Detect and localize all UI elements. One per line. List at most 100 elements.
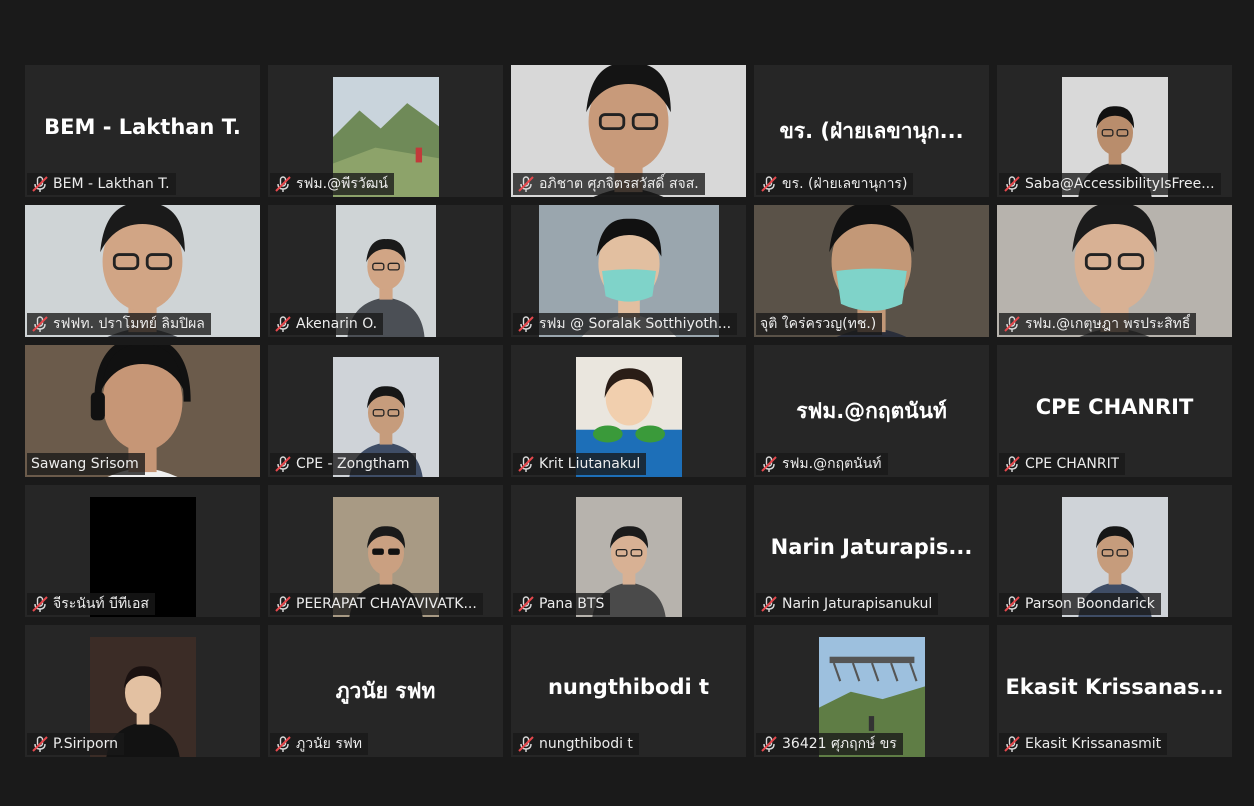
participant-name-label: Krit Liutanakul: [513, 453, 647, 475]
participant-name-label: ภูวนัย รฟท: [270, 733, 368, 755]
participant-name-label: Sawang Srisom: [27, 453, 145, 475]
muted-mic-icon: [32, 736, 48, 752]
participant-tile[interactable]: อภิชาต ศุภจิตรสวัสดิ์ สจส.: [511, 65, 746, 197]
participant-name-label: รฟม.@กฤตนันท์: [756, 453, 888, 475]
participant-name: Ekasit Krissanasmit: [1025, 736, 1162, 752]
participant-name: nungthibodi t: [539, 736, 633, 752]
participant-name: อภิชาต ศุภจิตรสวัสดิ์ สจส.: [539, 176, 699, 192]
participant-tile[interactable]: Narin Jaturapis... Narin Jaturapisanukul: [754, 485, 989, 617]
muted-mic-icon: [32, 596, 48, 612]
muted-mic-icon: [1004, 736, 1020, 752]
participant-name: 36421 ศุภฤกษ์ ขร: [782, 736, 897, 752]
participant-name: PEERAPAT CHAYAVIVATK...: [296, 596, 477, 612]
participant-tile[interactable]: รฟม.@กฤตนันท์ รฟม.@กฤตนันท์: [754, 345, 989, 477]
participant-name-label: อภิชาต ศุภจิตรสวัสดิ์ สจส.: [513, 173, 705, 195]
participant-display-name: ขร. (ฝ่ายเลขานุก...: [779, 119, 964, 143]
muted-mic-icon: [518, 176, 534, 192]
participant-name: รฟม.@กฤตนันท์: [782, 456, 882, 472]
participant-name: Narin Jaturapisanukul: [782, 596, 933, 612]
participant-name: ภูวนัย รฟท: [296, 736, 362, 752]
participant-tile[interactable]: Saba@AccessibilityIsFree...: [997, 65, 1232, 197]
participant-name: Saba@AccessibilityIsFree...: [1025, 176, 1215, 192]
muted-mic-icon: [1004, 316, 1020, 332]
participant-tile[interactable]: Parson Boondarick: [997, 485, 1232, 617]
participant-tile[interactable]: Akenarin O.: [268, 205, 503, 337]
gallery-grid: BEM - Lakthan T. BEM - Lakthan T. รฟม.@พีร…: [25, 65, 1232, 757]
participant-name: รฟม.@พีรวัฒน์: [296, 176, 388, 192]
participant-tile[interactable]: รฟม.@เกตุษฎา พรประสิทธิ์: [997, 205, 1232, 337]
muted-mic-icon: [518, 456, 534, 472]
participant-display-name: CPE CHANRIT: [1035, 395, 1194, 419]
muted-mic-icon: [32, 316, 48, 332]
participant-name-label: CPE - Zongtham: [270, 453, 416, 475]
muted-mic-icon: [275, 316, 291, 332]
participant-name-label: Akenarin O.: [270, 313, 384, 335]
muted-mic-icon: [275, 736, 291, 752]
participant-name-label: ขร. (ฝ่ายเลขานุการ): [756, 173, 914, 195]
muted-mic-icon: [275, 176, 291, 192]
participant-tile[interactable]: Sawang Srisom: [25, 345, 260, 477]
participant-tile[interactable]: รฟฟท. ปราโมทย์ ลิมปิผล: [25, 205, 260, 337]
participant-tile[interactable]: CPE - Zongtham: [268, 345, 503, 477]
participant-name-label: รฟม.@เกตุษฎา พรประสิทธิ์: [999, 313, 1197, 335]
participant-tile[interactable]: P.Siriporn: [25, 625, 260, 757]
participant-name: CPE - Zongtham: [296, 456, 410, 472]
muted-mic-icon: [32, 176, 48, 192]
participant-name-label: จุติ ใคร่ครวญ(ทช.): [756, 313, 883, 335]
participant-name: Pana BTS: [539, 596, 605, 612]
participant-tile[interactable]: จีระนันท์ บีทีเอส: [25, 485, 260, 617]
participant-name: Akenarin O.: [296, 316, 378, 332]
participant-name-label: nungthibodi t: [513, 733, 639, 755]
participant-name: จุติ ใคร่ครวญ(ทช.): [760, 316, 877, 332]
muted-mic-icon: [761, 736, 777, 752]
participant-name-label: Ekasit Krissanasmit: [999, 733, 1168, 755]
muted-mic-icon: [761, 456, 777, 472]
participant-tile[interactable]: รฟม.@พีรวัฒน์: [268, 65, 503, 197]
participant-tile[interactable]: PEERAPAT CHAYAVIVATK...: [268, 485, 503, 617]
participant-display-name: รฟม.@กฤตนันท์: [796, 399, 947, 423]
muted-mic-icon: [761, 176, 777, 192]
participant-tile[interactable]: nungthibodi t nungthibodi t: [511, 625, 746, 757]
muted-mic-icon: [1004, 176, 1020, 192]
participant-name: Sawang Srisom: [31, 456, 139, 472]
participant-tile[interactable]: ภูวนัย รฟท ภูวนัย รฟท: [268, 625, 503, 757]
muted-mic-icon: [1004, 596, 1020, 612]
participant-tile[interactable]: ขร. (ฝ่ายเลขานุก... ขร. (ฝ่ายเลขานุการ): [754, 65, 989, 197]
participant-name: รฟฟท. ปราโมทย์ ลิมปิผล: [53, 316, 205, 332]
muted-mic-icon: [518, 316, 534, 332]
participant-display-name: ภูวนัย รฟท: [335, 679, 436, 703]
participant-tile[interactable]: CPE CHANRIT CPE CHANRIT: [997, 345, 1232, 477]
muted-mic-icon: [761, 596, 777, 612]
participant-name: P.Siriporn: [53, 736, 118, 752]
participant-name-label: BEM - Lakthan T.: [27, 173, 176, 195]
participant-name: CPE CHANRIT: [1025, 456, 1120, 472]
muted-mic-icon: [518, 596, 534, 612]
participant-name-label: จีระนันท์ บีทีเอส: [27, 593, 155, 615]
participant-display-name: BEM - Lakthan T.: [44, 115, 241, 139]
muted-mic-icon: [275, 456, 291, 472]
participant-name-label: รฟฟท. ปราโมทย์ ลิมปิผล: [27, 313, 211, 335]
participant-tile[interactable]: Pana BTS: [511, 485, 746, 617]
participant-display-name: nungthibodi t: [547, 675, 710, 699]
participant-display-name: Ekasit Krissanas...: [1005, 675, 1224, 699]
muted-mic-icon: [275, 596, 291, 612]
participant-tile[interactable]: Ekasit Krissanas... Ekasit Krissanasmit: [997, 625, 1232, 757]
participant-name: รฟม @ Soralak Sotthiyoth...: [539, 316, 732, 332]
participant-tile[interactable]: รฟม @ Soralak Sotthiyoth...: [511, 205, 746, 337]
participant-name-label: P.Siriporn: [27, 733, 124, 755]
participant-tile[interactable]: จุติ ใคร่ครวญ(ทช.): [754, 205, 989, 337]
participant-name-label: รฟม @ Soralak Sotthiyoth...: [513, 313, 738, 335]
participant-name-label: 36421 ศุภฤกษ์ ขร: [756, 733, 903, 755]
participant-display-name: Narin Jaturapis...: [770, 535, 973, 559]
participant-tile[interactable]: Krit Liutanakul: [511, 345, 746, 477]
participant-name-label: PEERAPAT CHAYAVIVATK...: [270, 593, 483, 615]
participant-name: ขร. (ฝ่ายเลขานุการ): [782, 176, 908, 192]
muted-mic-icon: [1004, 456, 1020, 472]
participant-name-label: Pana BTS: [513, 593, 611, 615]
participant-name: BEM - Lakthan T.: [53, 176, 170, 192]
participant-tile[interactable]: BEM - Lakthan T. BEM - Lakthan T.: [25, 65, 260, 197]
muted-mic-icon: [518, 736, 534, 752]
participant-name-label: Saba@AccessibilityIsFree...: [999, 173, 1221, 195]
participant-name-label: รฟม.@พีรวัฒน์: [270, 173, 394, 195]
participant-tile[interactable]: 36421 ศุภฤกษ์ ขร: [754, 625, 989, 757]
